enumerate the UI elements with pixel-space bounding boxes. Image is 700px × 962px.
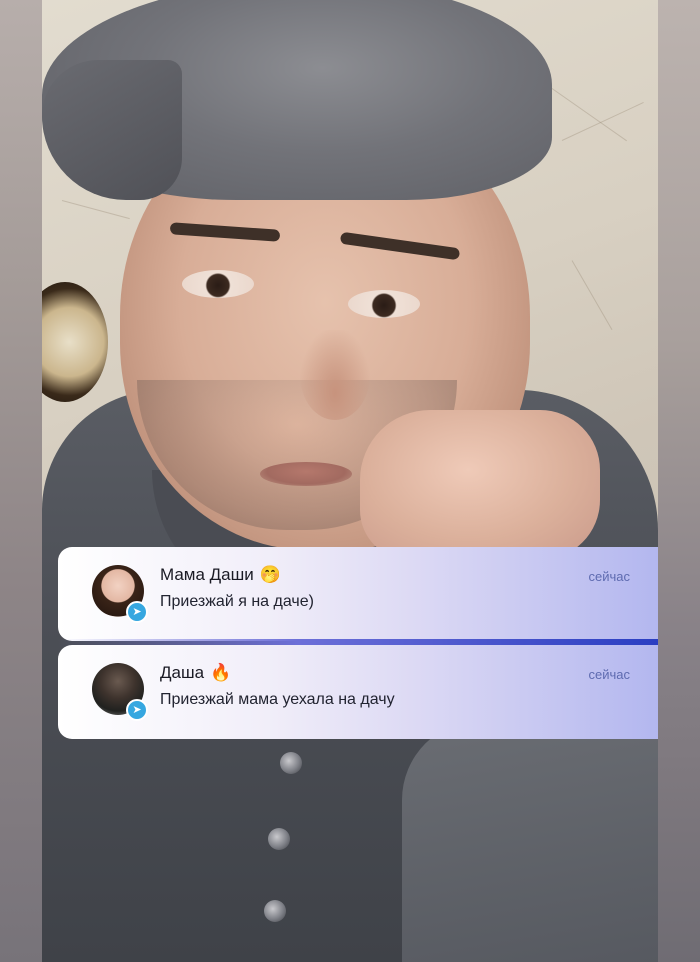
background-photo (42, 0, 658, 962)
eye-left (182, 270, 254, 298)
notification-card[interactable]: ➤ Мама Даши 🤭 Приезжай я на даче) сейчас (58, 547, 658, 641)
sweater-button (280, 752, 302, 774)
sweater-button (264, 900, 286, 922)
sender-emoji: 🔥 (210, 663, 232, 683)
notification-message: Приезжай я на даче) (160, 593, 314, 610)
telegram-icon: ➤ (126, 699, 148, 721)
telegram-icon: ➤ (126, 601, 148, 623)
fist (360, 410, 600, 560)
cap-brim (42, 60, 182, 200)
notification-message: Приезжай мама уехала на дачу (160, 691, 395, 708)
sender-emoji: 🤭 (259, 565, 281, 585)
blurred-side-right (658, 0, 700, 962)
notification-title: Мама Даши 🤭 (160, 565, 281, 585)
notification-stack: ➤ Мама Даши 🤭 Приезжай я на даче) сейчас… (58, 547, 658, 739)
mouth (260, 462, 352, 486)
notification-title: Даша 🔥 (160, 663, 231, 683)
notification-time: сейчас (588, 569, 631, 584)
eye-right (348, 290, 420, 318)
sleeve (402, 720, 658, 962)
sender-name: Даша (160, 663, 205, 682)
notification-card[interactable]: ➤ Даша 🔥 Приезжай мама уехала на дачу се… (58, 645, 658, 739)
sweater-button (268, 828, 290, 850)
blurred-side-left (0, 0, 42, 962)
sender-name: Мама Даши (160, 565, 254, 584)
wall-clock (42, 282, 108, 402)
nose (300, 330, 370, 420)
notification-time: сейчас (588, 667, 631, 682)
